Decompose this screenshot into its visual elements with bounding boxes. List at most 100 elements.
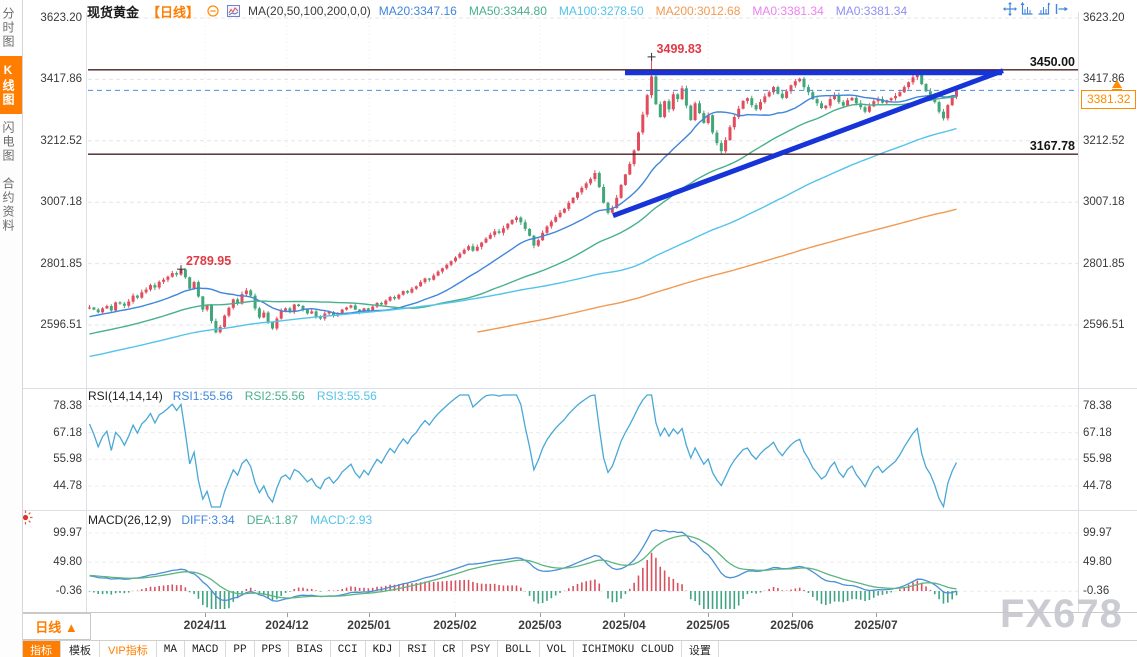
date-tick xyxy=(708,613,709,617)
indicator-button-cr[interactable]: CR xyxy=(435,641,463,657)
diff-line xyxy=(90,530,957,601)
price-annotations: 3499.83 2789.95 xyxy=(177,42,702,273)
date-tick xyxy=(876,613,877,617)
rsi-values: RSI1:55.56RSI2:55.56RSI3:55.56 xyxy=(173,389,377,403)
price-axis-label: 3212.52 xyxy=(40,134,82,148)
price-axis-label: 2801.85 xyxy=(1083,257,1125,271)
macd-value: DIFF:3.34 xyxy=(181,513,234,527)
ma-value: MA0:3381.34 xyxy=(752,4,823,18)
tab-indicators[interactable]: 指标 xyxy=(22,641,61,657)
price-axis-label: 2596.51 xyxy=(40,318,82,332)
mini-chart-icon[interactable] xyxy=(227,5,240,17)
macd-axis-label: 99.97 xyxy=(53,526,82,540)
date-tick xyxy=(455,613,456,617)
macd-axis-label: 49.80 xyxy=(1083,555,1112,569)
indicator-button-boll[interactable]: BOLL xyxy=(498,641,539,657)
dea-line xyxy=(90,536,957,598)
svg-text:3499.83: 3499.83 xyxy=(657,42,702,56)
macd-axis-label: 99.97 xyxy=(1083,526,1112,540)
svg-text:3167.78: 3167.78 xyxy=(1030,139,1075,153)
rsi-axis-label: 55.98 xyxy=(1083,452,1112,466)
price-axis-label: 3417.86 xyxy=(40,72,82,86)
macd-panel-header: MACD(26,12,9) DIFF:3.34 DEA:1.87 MACD:2.93 xyxy=(88,513,372,527)
latest-price-marker[interactable] xyxy=(1112,80,1122,91)
ma-value: MA100:3278.50 xyxy=(559,4,644,18)
collapse-circle-icon[interactable] xyxy=(207,5,219,17)
indicator-button-pp[interactable]: PP xyxy=(226,641,254,657)
ma50-line xyxy=(90,97,957,334)
indicator-button-bias[interactable]: BIAS xyxy=(289,641,330,657)
macd-value: DEA:1.87 xyxy=(247,513,298,527)
price-chart-svg: 3450.00 3167.78 3499.83 2789.95 xyxy=(0,0,1137,657)
indicator-button-psy[interactable]: PSY xyxy=(463,641,498,657)
indicator-button-rsi[interactable]: RSI xyxy=(400,641,435,657)
price-axis-label: 3212.52 xyxy=(1083,134,1125,148)
left-tab-rail: 分时图 K线图 闪电图 合约资料 xyxy=(0,0,23,657)
rsi-axis-label: 55.98 xyxy=(53,452,82,466)
rsi-axis-label: 78.38 xyxy=(1083,399,1112,413)
indicator-buttons: MAMACDPPPPSBIASCCIKDJRSICRPSYBOLLVOLICHI… xyxy=(157,641,719,657)
indicator-button-kdj[interactable]: KDJ xyxy=(366,641,401,657)
svg-text:2789.95: 2789.95 xyxy=(186,254,231,268)
date-label: 2025/07 xyxy=(836,618,916,632)
price-axis-label: 3007.18 xyxy=(1083,195,1125,209)
date-label: 2025/06 xyxy=(752,618,832,632)
macd-title: MACD(26,12,9) xyxy=(88,513,171,527)
sidebar-item-timeshare-chart[interactable]: 分时图 xyxy=(0,0,22,56)
date-tick xyxy=(792,613,793,617)
indicator-button-vol[interactable]: VOL xyxy=(540,641,575,657)
ma-value: MA200:3012.68 xyxy=(656,4,741,18)
macd-lines xyxy=(90,530,957,601)
price-axis-label: 3623.20 xyxy=(1083,11,1125,25)
scale-right-axis-icon[interactable] xyxy=(1037,2,1051,16)
date-label: 2025/03 xyxy=(500,618,580,632)
price-axis-label: 2596.51 xyxy=(1083,318,1125,332)
horizontal-price-lines[interactable]: 3450.00 3167.78 xyxy=(88,55,1078,154)
rsi-value: RSI2:55.56 xyxy=(245,389,305,403)
ma-value: MA50:3344.80 xyxy=(469,4,547,18)
ma-formula: MA(20,50,100,200,0,0) xyxy=(248,4,371,18)
date-tick xyxy=(287,613,288,617)
sidebar-item-contract-info[interactable]: 合约资料 xyxy=(0,170,22,240)
rsi-line xyxy=(90,395,957,507)
date-axis: 2024/112024/122025/012025/022025/032025/… xyxy=(0,613,1137,640)
macd-axis-label: -0.36 xyxy=(1083,584,1109,598)
rsi-title: RSI(14,14,14) xyxy=(88,389,163,403)
indicator-button-ma[interactable]: MA xyxy=(157,641,185,657)
macd-values: DIFF:3.34 DEA:1.87 MACD:2.93 xyxy=(181,513,372,527)
ma-value: MA20:3347.16 xyxy=(379,4,457,18)
date-tick xyxy=(205,613,206,617)
price-axis-label: 2801.85 xyxy=(40,257,82,271)
date-label: 2024/12 xyxy=(247,618,327,632)
sidebar-item-kline-chart[interactable]: K线图 xyxy=(0,56,22,114)
chart-tools xyxy=(1003,2,1068,16)
period-selector[interactable]: 日线 ▲ xyxy=(22,613,91,640)
indicator-button-ichimoku-cloud[interactable]: ICHIMOKU CLOUD xyxy=(574,641,681,657)
sidebar-item-lightning-chart[interactable]: 闪电图 xyxy=(0,114,22,170)
indicator-button-macd[interactable]: MACD xyxy=(185,641,226,657)
indicator-toolbar: 指标 模板 VIP指标 MAMACDPPPPSBIASCCIKDJRSICRPS… xyxy=(22,640,1137,657)
scale-left-axis-icon[interactable] xyxy=(1020,2,1034,16)
rsi-value: RSI1:55.56 xyxy=(173,389,233,403)
ma20-line xyxy=(90,95,957,317)
date-label: 2025/01 xyxy=(329,618,409,632)
period-label: 【日线】 xyxy=(147,2,199,21)
svg-text:3450.00: 3450.00 xyxy=(1030,55,1075,69)
date-label: 2025/04 xyxy=(584,618,664,632)
indicator-button-pps[interactable]: PPS xyxy=(255,641,290,657)
date-label: 2025/05 xyxy=(668,618,748,632)
rsi-axis-label: 78.38 xyxy=(53,399,82,413)
date-label: 2024/11 xyxy=(165,618,245,632)
rsi-axis-label: 67.18 xyxy=(53,426,82,440)
indicator-button-cci[interactable]: CCI xyxy=(331,641,366,657)
macd-value: MACD:2.93 xyxy=(310,513,372,527)
tab-vip-indicators[interactable]: VIP指标 xyxy=(100,641,157,657)
price-axis-label: 3007.18 xyxy=(40,195,82,209)
price-axis-label: 3623.20 xyxy=(40,11,82,25)
indicator-button-设置[interactable]: 设置 xyxy=(682,641,719,657)
crosshair-icon[interactable] xyxy=(1003,2,1017,16)
chart-header: 现货黄金 【日线】 MA(20,50,100,200,0,0) MA20:334… xyxy=(87,2,907,20)
tab-templates[interactable]: 模板 xyxy=(61,641,100,657)
symbol-name: 现货黄金 xyxy=(87,2,139,21)
pan-right-icon[interactable] xyxy=(1054,2,1068,16)
